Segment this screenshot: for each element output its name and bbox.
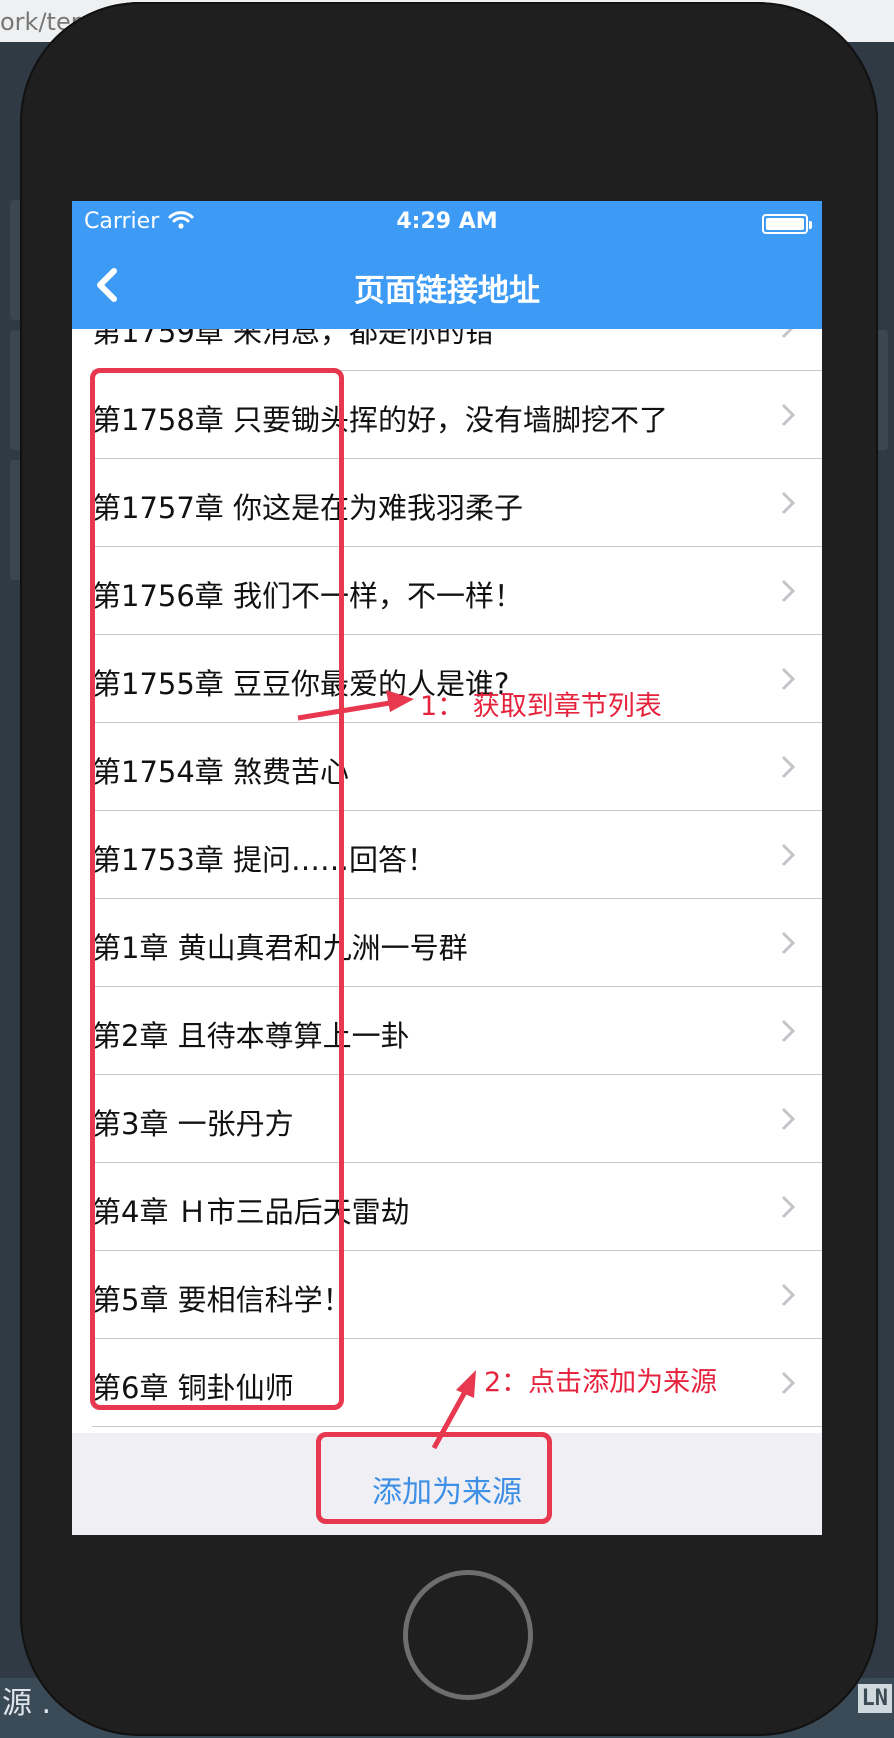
disclosure-chevron-icon (781, 1107, 796, 1131)
disclosure-chevron-icon (781, 667, 796, 691)
disclosure-chevron-icon (781, 1371, 796, 1395)
disclosure-chevron-icon (781, 1195, 796, 1219)
disclosure-chevron-icon (781, 843, 796, 867)
background-bottom-badge: LN (857, 1684, 892, 1713)
chapter-row[interactable]: 第1759章 来消息，都是你的错 (72, 329, 822, 371)
annotation-button-highlight-box (316, 1432, 552, 1524)
annotation-note-2: 2：点击添加为来源 (484, 1367, 718, 1398)
disclosure-chevron-icon (781, 931, 796, 955)
disclosure-chevron-icon (781, 403, 796, 427)
disclosure-chevron-icon (781, 579, 796, 603)
status-bar: Carrier 4:29 AM (72, 201, 822, 241)
disclosure-chevron-icon (781, 755, 796, 779)
disclosure-chevron-icon (781, 1283, 796, 1307)
disclosure-chevron-icon (781, 329, 794, 339)
chapter-title: 第1759章 来消息，都是你的错 (92, 329, 495, 349)
home-button[interactable] (403, 1570, 533, 1700)
annotation-list-highlight-box (90, 368, 344, 1410)
battery-icon (762, 214, 812, 234)
disclosure-chevron-icon (781, 1019, 796, 1043)
annotation-note-1: 1： 获取到章节列表 (420, 691, 662, 722)
status-time: 4:29 AM (396, 209, 498, 234)
navigation-bar: 页面链接地址 (72, 241, 822, 329)
disclosure-chevron-icon (781, 491, 796, 515)
page-title: 页面链接地址 (354, 273, 540, 309)
